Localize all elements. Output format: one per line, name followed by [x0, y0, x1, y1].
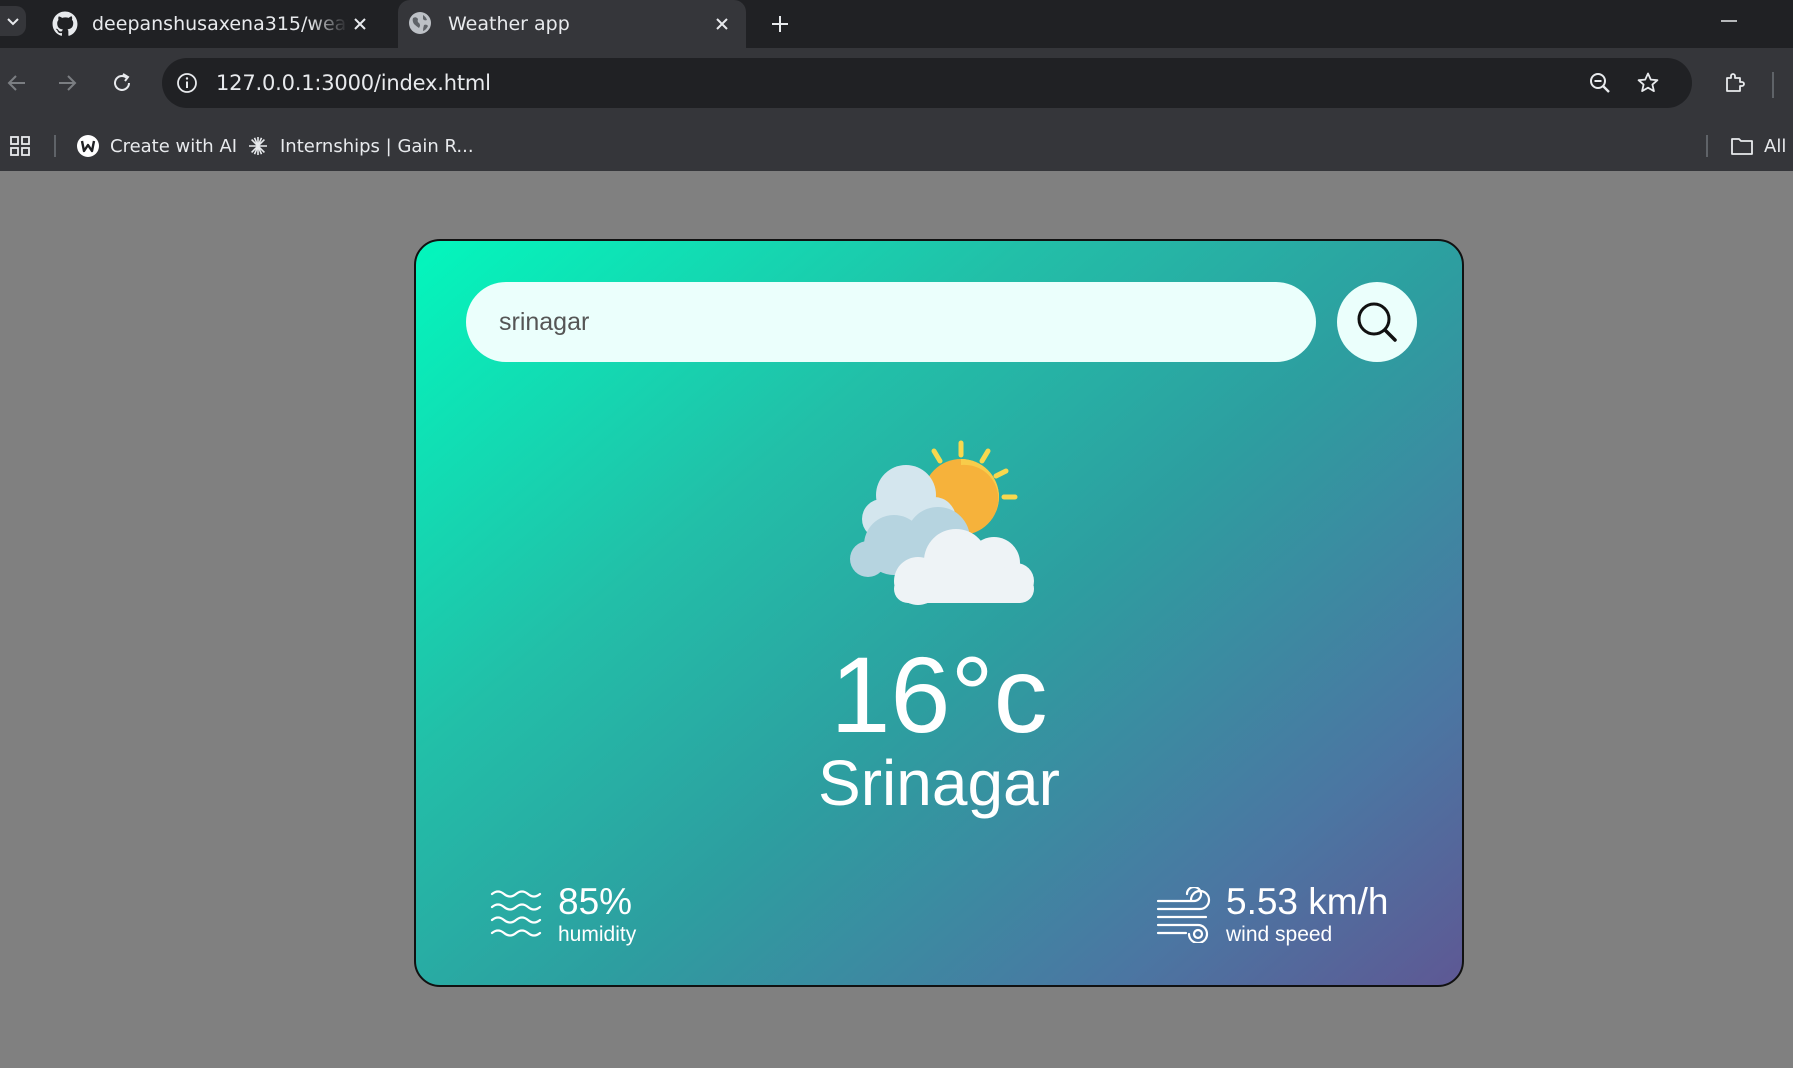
address-bar[interactable]: 127.0.0.1:3000/index.html	[162, 58, 1692, 108]
humidity-label: humidity	[558, 922, 637, 946]
site-info-icon[interactable]	[174, 70, 200, 96]
temperature: 16°c	[830, 634, 1048, 755]
weather-card: 16°c Srinagar 85% humidity	[414, 239, 1464, 987]
ai-logo-icon	[76, 134, 100, 158]
all-bookmarks-label: All	[1764, 135, 1787, 157]
humidity-value: 85%	[558, 881, 633, 922]
waves-icon	[490, 888, 546, 942]
close-icon[interactable]	[348, 12, 372, 36]
city-name: Srinagar	[818, 747, 1060, 819]
reload-button[interactable]	[105, 66, 139, 100]
bookmark-create-with-ai[interactable]: Create with AI	[76, 121, 237, 171]
tab-github[interactable]: deepanshusaxena315/weather-app	[42, 0, 384, 48]
browser-toolbar: 127.0.0.1:3000/index.html	[0, 48, 1793, 121]
tab-search-button[interactable]	[0, 6, 26, 36]
partly-cloudy-icon	[850, 440, 1034, 605]
all-bookmarks-button[interactable]: All	[1730, 121, 1786, 171]
apps-grid-icon[interactable]	[8, 134, 32, 158]
extensions-button[interactable]	[1718, 66, 1752, 100]
chevron-down-icon	[7, 18, 19, 26]
wind-detail: 5.53 km/h wind speed	[1156, 881, 1389, 947]
bookmark-label: Internships | Gain R...	[280, 135, 474, 157]
humidity-detail: 85% humidity	[490, 881, 637, 947]
bookmark-star-icon[interactable]	[1634, 69, 1662, 97]
globe-icon	[408, 11, 434, 37]
puzzle-icon	[1726, 73, 1745, 92]
arrow-left-icon	[7, 75, 25, 91]
tab-weather-app[interactable]: Weather app	[398, 0, 746, 48]
tab-title: Weather app	[448, 13, 570, 35]
minimize-icon	[1721, 20, 1737, 22]
bookmarks-divider	[1706, 135, 1708, 157]
back-button[interactable]	[0, 66, 34, 100]
bookmark-label: Create with AI	[110, 135, 238, 157]
search-icon	[1357, 302, 1397, 342]
new-tab-button[interactable]	[764, 8, 796, 40]
toolbar-divider	[1772, 72, 1774, 98]
wind-text: 5.53 km/h wind speed	[1226, 881, 1389, 947]
minimize-window-button[interactable]	[1714, 6, 1744, 36]
tab-title: deepanshusaxena315/weather-app	[92, 13, 348, 35]
close-icon[interactable]	[710, 12, 734, 36]
url-text: 127.0.0.1:3000/index.html	[216, 71, 491, 95]
plus-icon	[772, 16, 788, 32]
zoom-icon[interactable]	[1586, 69, 1614, 97]
arrow-right-icon	[59, 75, 77, 91]
asterisk-icon	[246, 134, 270, 158]
github-icon	[52, 11, 78, 37]
bookmarks-divider	[54, 135, 56, 157]
humidity-text: 85% humidity	[558, 881, 637, 947]
wind-icon	[1156, 887, 1214, 944]
wind-label: wind speed	[1226, 922, 1333, 946]
bookmarks-bar: Create with AI Internships | Gain R... A…	[0, 121, 1793, 171]
reload-icon	[114, 73, 130, 91]
browser-tab-strip: deepanshusaxena315/weather-app Weather a…	[0, 0, 1793, 48]
search-input[interactable]	[466, 282, 1316, 362]
search-button[interactable]	[1337, 282, 1417, 362]
wind-value: 5.53 km/h	[1226, 881, 1389, 922]
bookmark-internships[interactable]: Internships | Gain R...	[246, 121, 474, 171]
folder-icon	[1730, 134, 1754, 158]
forward-button[interactable]	[50, 66, 84, 100]
